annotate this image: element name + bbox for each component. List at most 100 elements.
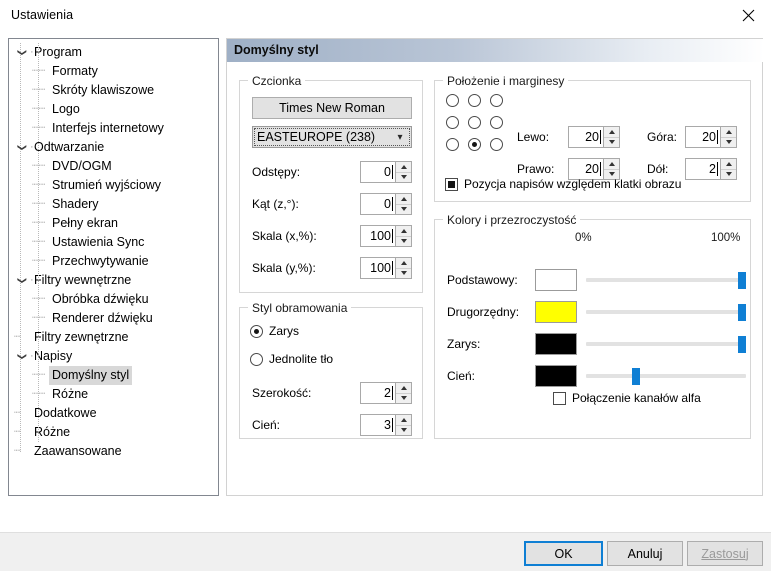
border-field-1-spinner-increment[interactable]: [396, 415, 411, 426]
font-field-1-spinner-decrement[interactable]: [396, 205, 411, 215]
alignment-radio-0[interactable]: [446, 94, 459, 107]
border-field-1-spinner-field[interactable]: 3: [360, 414, 395, 436]
color-row-3-alpha-slider[interactable]: [586, 367, 746, 385]
sidebar-item-obr-bka-d-wi-ku[interactable]: ┈┈Obróbka dźwięku: [9, 290, 218, 309]
alignment-radio-3[interactable]: [446, 116, 459, 129]
margin-3-spinner-increment[interactable]: [721, 159, 736, 170]
font-field-3-spinner-decrement[interactable]: [396, 269, 411, 279]
sidebar-item-skr-ty-klawiszowe[interactable]: ┈┈Skróty klawiszowe: [9, 81, 218, 100]
margin-1-spinner-decrement[interactable]: [721, 138, 736, 148]
alignment-radio-6[interactable]: [446, 138, 459, 151]
charset-combobox[interactable]: EASTEUROPE (238) ▾: [252, 126, 412, 148]
subtitle-position-checkbox[interactable]: [445, 178, 458, 191]
alignment-radio-2[interactable]: [490, 94, 503, 107]
margin-2-label: Prawo:: [517, 162, 555, 176]
sidebar-item-pe-ny-ekran[interactable]: ┈┈Pełny ekran: [9, 214, 218, 233]
sidebar-item-renderer-d-wi-ku[interactable]: ┈┈Renderer dźwięku: [9, 309, 218, 328]
font-field-0-spinner-field[interactable]: 0: [360, 161, 395, 183]
margin-0-spinner-decrement[interactable]: [604, 138, 619, 148]
color-row-0-alpha-slider[interactable]: [586, 271, 746, 289]
sidebar-item-filtry-zewn-trzne[interactable]: ┈ Filtry zewnętrzne: [9, 328, 218, 347]
sidebar-item-przechwytywanie[interactable]: ┈┈Przechwytywanie: [9, 252, 218, 271]
color-row-2-swatch[interactable]: [535, 333, 577, 355]
margin-0-spinner[interactable]: 20: [568, 126, 620, 148]
alignment-radio-1[interactable]: [468, 94, 481, 107]
sidebar-item-ustawienia-sync[interactable]: ┈┈Ustawienia Sync: [9, 233, 218, 252]
sidebar-item-formaty[interactable]: ┈┈Formaty: [9, 62, 218, 81]
alignment-radio-5[interactable]: [490, 116, 503, 129]
radio-indicator[interactable]: [250, 352, 263, 366]
color-row-1-alpha-slider[interactable]: [586, 303, 746, 321]
sidebar-item-napisy[interactable]: ❯ · Napisy: [9, 347, 218, 366]
font-field-1-label: Kąt (z,°):: [252, 197, 299, 211]
border-field-1-spinner[interactable]: 3: [360, 414, 412, 436]
font-field-0-spinner[interactable]: 0: [360, 161, 412, 183]
chevron-down-icon[interactable]: ❯: [13, 141, 32, 155]
color-row-0-swatch[interactable]: [535, 269, 577, 291]
alignment-radio-4[interactable]: [468, 116, 481, 129]
font-field-3-spinner-increment[interactable]: [396, 258, 411, 269]
margin-3-spinner-decrement[interactable]: [721, 170, 736, 180]
slider-thumb[interactable]: [738, 272, 746, 289]
font-field-2-spinner[interactable]: 100: [360, 225, 412, 247]
color-row-2-alpha-slider[interactable]: [586, 335, 746, 353]
font-field-2-spinner-field[interactable]: 100: [360, 225, 395, 247]
margin-3-spinner[interactable]: 2: [685, 158, 737, 180]
alpha-channel-merge-checkbox[interactable]: [553, 392, 566, 405]
page-title: Domyślny styl: [227, 39, 764, 62]
sidebar-item-filtry-wewn-trzne[interactable]: ❯ · Filtry wewnętrzne: [9, 271, 218, 290]
slider-thumb[interactable]: [738, 336, 746, 353]
border-style-radio-0[interactable]: Zarys: [250, 324, 299, 338]
alignment-radio-7[interactable]: [468, 138, 481, 151]
settings-tree[interactable]: ❯·Program┈┈Formaty┈┈Skróty klawiszowe┈┈L…: [8, 38, 219, 496]
ok-button[interactable]: OK: [524, 541, 603, 566]
sidebar-item-interfejs-internetowy[interactable]: ┈┈Interfejs internetowy: [9, 119, 218, 138]
border-field-0-spinner[interactable]: 2: [360, 382, 412, 404]
margin-2-spinner-increment[interactable]: [604, 159, 619, 170]
border-field-1-spinner-decrement[interactable]: [396, 426, 411, 436]
margin-1-spinner-increment[interactable]: [721, 127, 736, 138]
slider-thumb[interactable]: [632, 368, 640, 385]
sidebar-item-domy-lny-styl[interactable]: ┈┈Domyślny styl: [9, 366, 218, 385]
color-row-3-swatch[interactable]: [535, 365, 577, 387]
font-field-2-spinner-decrement[interactable]: [396, 237, 411, 247]
close-button[interactable]: [725, 0, 771, 31]
color-row-1-swatch[interactable]: [535, 301, 577, 323]
margin-3-spinner-field[interactable]: 2: [685, 158, 720, 180]
margin-0-spinner-increment[interactable]: [604, 127, 619, 138]
border-style-radio-1[interactable]: Jednolite tło: [250, 352, 333, 366]
font-field-1-spinner-field[interactable]: 0: [360, 193, 395, 215]
chevron-down-icon[interactable]: ❯: [13, 46, 32, 60]
sidebar-item-program[interactable]: ❯ · Program: [9, 43, 218, 62]
font-field-3-spinner[interactable]: 100: [360, 257, 412, 279]
margin-1-spinner[interactable]: 20: [685, 126, 737, 148]
margin-0-spinner-field[interactable]: 20: [568, 126, 603, 148]
font-field-0-spinner-decrement[interactable]: [396, 173, 411, 183]
cancel-button[interactable]: Anuluj: [607, 541, 683, 566]
alignment-radio-8[interactable]: [490, 138, 503, 151]
border-field-0-spinner-increment[interactable]: [396, 383, 411, 394]
sidebar-item-dvd-ogm[interactable]: ┈┈DVD/OGM: [9, 157, 218, 176]
sidebar-item-odtwarzanie[interactable]: ❯ · Odtwarzanie: [9, 138, 218, 157]
sidebar-item-strumie-wyj-ciowy[interactable]: ┈┈Strumień wyjściowy: [9, 176, 218, 195]
font-field-0-spinner-increment[interactable]: [396, 162, 411, 173]
sidebar-item-r-ne[interactable]: ┈┈Różne: [9, 385, 218, 404]
font-field-2-spinner-increment[interactable]: [396, 226, 411, 237]
text-caret: [600, 162, 601, 176]
sidebar-item-zaawansowane[interactable]: ┈ Zaawansowane: [9, 442, 218, 461]
margin-1-spinner-field[interactable]: 20: [685, 126, 720, 148]
chevron-down-icon[interactable]: ❯: [13, 274, 32, 288]
font-name-button[interactable]: Times New Roman: [252, 97, 412, 119]
sidebar-item-dodatkowe[interactable]: ┈ Dodatkowe: [9, 404, 218, 423]
slider-thumb[interactable]: [738, 304, 746, 321]
font-field-1-spinner[interactable]: 0: [360, 193, 412, 215]
chevron-down-icon[interactable]: ❯: [13, 350, 32, 364]
sidebar-item-shadery[interactable]: ┈┈Shadery: [9, 195, 218, 214]
border-field-0-spinner-field[interactable]: 2: [360, 382, 395, 404]
font-field-3-spinner-field[interactable]: 100: [360, 257, 395, 279]
sidebar-item-r-ne[interactable]: ┈ Różne: [9, 423, 218, 442]
radio-indicator[interactable]: [250, 324, 263, 338]
font-field-1-spinner-increment[interactable]: [396, 194, 411, 205]
border-field-0-spinner-decrement[interactable]: [396, 394, 411, 404]
sidebar-item-logo[interactable]: ┈┈Logo: [9, 100, 218, 119]
